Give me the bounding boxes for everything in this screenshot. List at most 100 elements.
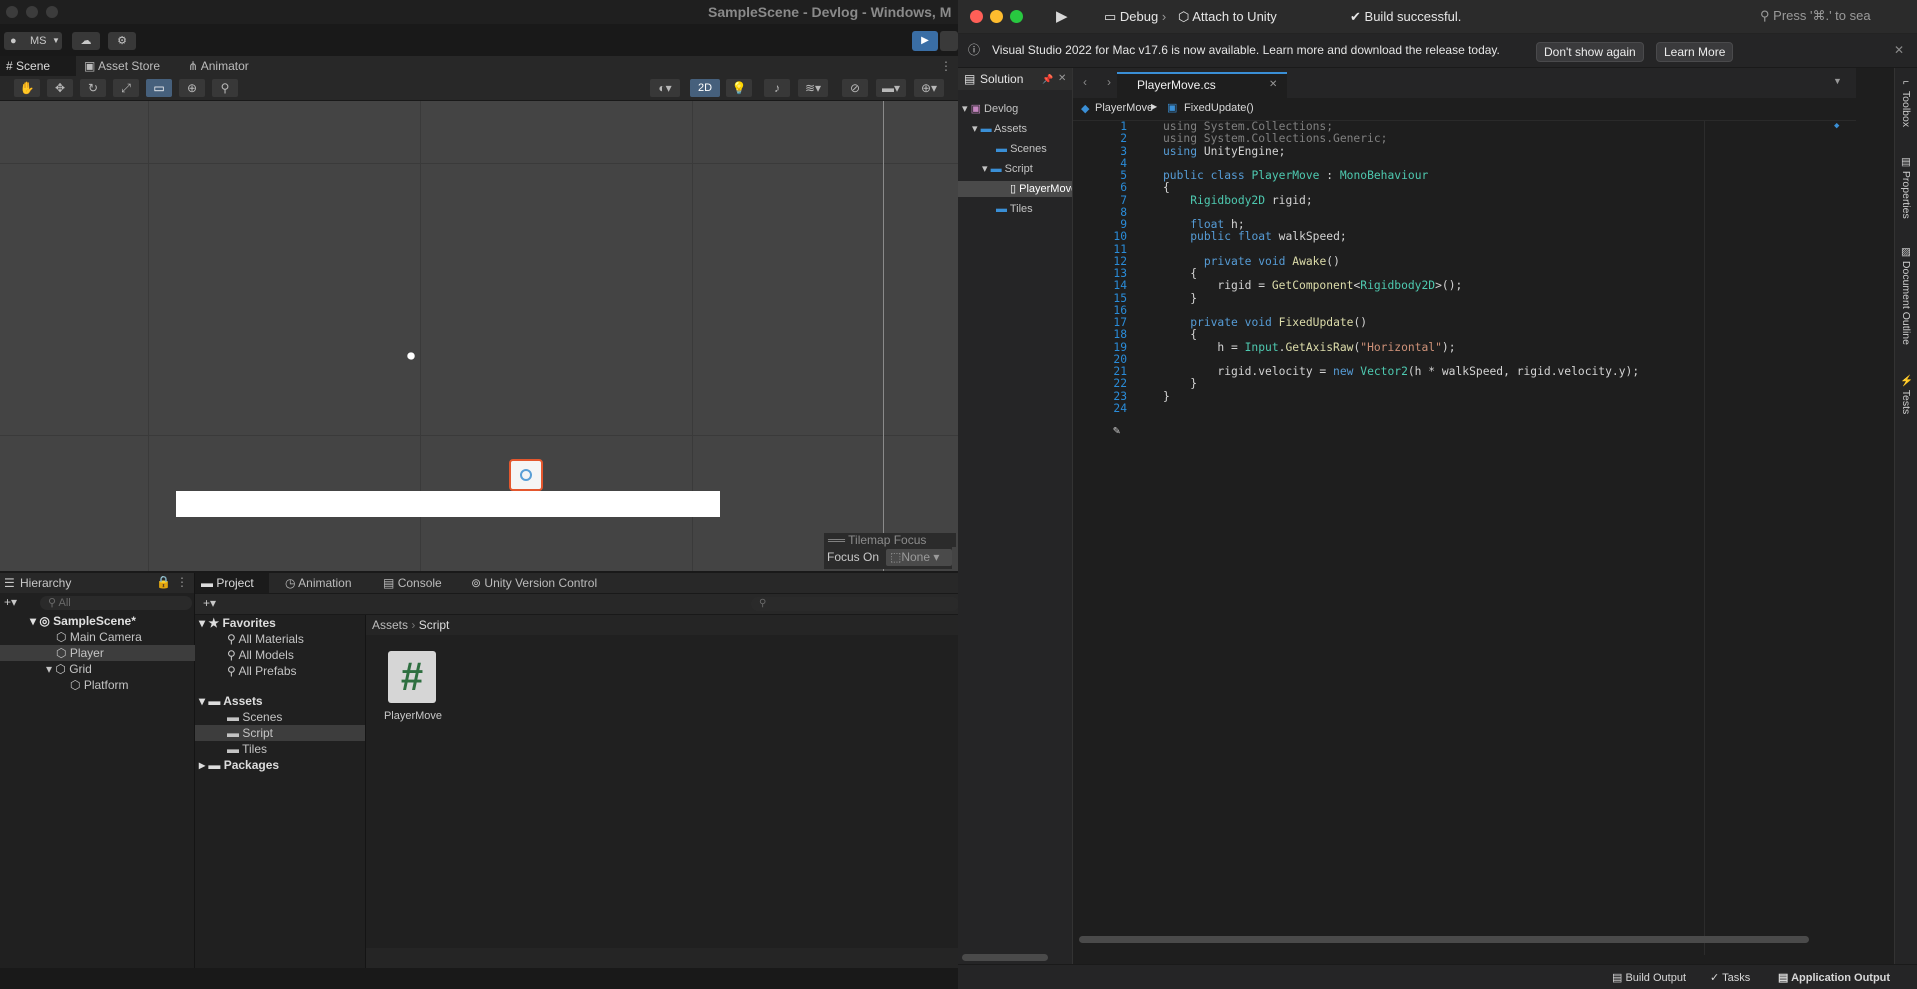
- document-outline-pad[interactable]: ▨ Document Outline: [1900, 246, 1912, 345]
- solution-item-tiles[interactable]: ▬ Tiles: [996, 201, 1033, 217]
- focus-on-dropdown[interactable]: ⬚None ▾: [886, 549, 952, 566]
- favorite-item[interactable]: ⚲ All Models: [227, 647, 294, 663]
- favorite-item[interactable]: ⚲ All Materials: [227, 631, 304, 647]
- camera-gizmo-icon[interactable]: ⏺: [407, 348, 433, 366]
- toolbox-pad[interactable]: ⌐ Toolbox: [1900, 76, 1912, 127]
- run-target-selector[interactable]: ⬡ Attach to Unity: [1178, 9, 1277, 25]
- solution-item-devlog[interactable]: ▾ ▣ Devlog: [962, 101, 1018, 117]
- lock-icon[interactable]: 🔒: [156, 575, 171, 589]
- code-line[interactable]: }: [1163, 292, 1197, 305]
- move-tool-icon[interactable]: ✥: [47, 79, 73, 97]
- code-line[interactable]: using System.Collections.Generic;: [1163, 132, 1387, 145]
- properties-pad[interactable]: ▤ Properties: [1900, 156, 1912, 219]
- hierarchy-scene-item[interactable]: ▾ ◎ SampleScene*: [0, 613, 224, 629]
- pause-button[interactable]: [940, 31, 958, 51]
- project-search-input[interactable]: ⚲: [751, 597, 958, 611]
- window-zoom-button[interactable]: [1010, 10, 1023, 23]
- code-line[interactable]: }: [1163, 377, 1197, 390]
- breadcrumb-assets[interactable]: Assets: [372, 618, 408, 632]
- forward-arrow-icon[interactable]: ›: [1107, 75, 1111, 89]
- code-line[interactable]: }: [1163, 390, 1170, 403]
- code-editor[interactable]: 1 using System.Collections; 2 using System.…: [1073, 121, 1856, 955]
- solution-item-assets[interactable]: ▾ ▬ Assets: [972, 121, 1027, 137]
- tests-pad[interactable]: ⚡ Tests: [1900, 374, 1913, 414]
- close-icon[interactable]: ✕: [1894, 34, 1904, 67]
- scrollbar-thumb[interactable]: [1079, 936, 1809, 943]
- window-close-button[interactable]: [970, 10, 983, 23]
- folder-item-scenes[interactable]: ▬ Scenes: [227, 709, 282, 725]
- play-button[interactable]: ▶: [912, 31, 938, 51]
- close-icon[interactable]: ✕: [1058, 68, 1066, 90]
- code-line[interactable]: h = Input.GetAxisRaw("Horizontal");: [1163, 341, 1455, 354]
- services-button[interactable]: ⚙: [108, 32, 136, 50]
- build-output-button[interactable]: ▤ Build Output: [1612, 971, 1686, 984]
- solution-scrollbar-thumb[interactable]: [962, 954, 1048, 961]
- mode-2d-toggle[interactable]: 2D: [690, 79, 720, 97]
- learn-more-button[interactable]: Learn More: [1656, 42, 1734, 62]
- gizmos-icon[interactable]: ⊕▾: [914, 79, 944, 97]
- code-line[interactable]: {: [1163, 181, 1170, 194]
- code-line[interactable]: public float walkSpeed;: [1163, 230, 1346, 243]
- packages-section[interactable]: ▸ ▬ Packages: [199, 757, 279, 773]
- hand-tool-icon[interactable]: ✋: [14, 79, 40, 97]
- tab-version-control[interactable]: ⊚ Unity Version Control: [465, 573, 603, 593]
- visibility-icon[interactable]: ⊘: [842, 79, 868, 97]
- audio-icon[interactable]: ♪: [764, 79, 790, 97]
- csharp-script-icon[interactable]: #: [388, 651, 436, 703]
- close-icon[interactable]: ✕: [1269, 74, 1277, 96]
- tab-animator[interactable]: ⋔ Animator: [182, 56, 255, 76]
- layers-icon[interactable]: ≋▾: [798, 79, 828, 97]
- folder-item-script[interactable]: ▬ Script: [195, 725, 365, 741]
- shading-mode-icon[interactable]: ◐▾: [650, 79, 680, 97]
- file-label[interactable]: PlayerMove: [378, 710, 448, 722]
- tab-asset-store[interactable]: ▣ Asset Store: [78, 56, 166, 76]
- player-sprite[interactable]: [509, 459, 543, 491]
- tab-console[interactable]: ▤ Console: [377, 573, 448, 593]
- hierarchy-search-input[interactable]: ⚲ All: [40, 596, 192, 610]
- cloud-button[interactable]: ☁: [72, 32, 100, 50]
- back-arrow-icon[interactable]: ‹: [1083, 75, 1087, 89]
- pivot-handle-icon[interactable]: [520, 469, 532, 481]
- more-menu-icon[interactable]: ⋮: [176, 575, 188, 589]
- platform-tilemap[interactable]: [176, 491, 720, 517]
- dont-show-again-button[interactable]: Don't show again: [1536, 42, 1644, 62]
- solution-item-playermove[interactable]: ▯ PlayerMove.cs: [958, 181, 1072, 197]
- solution-item-script[interactable]: ▾ ▬ Script: [982, 161, 1033, 177]
- favorite-item[interactable]: ⚲ All Prefabs: [227, 663, 297, 679]
- create-button[interactable]: +▾: [4, 595, 30, 611]
- custom-tool-icon[interactable]: ⚲: [212, 79, 238, 97]
- rect-tool-icon[interactable]: ▭: [146, 79, 172, 97]
- tab-project[interactable]: ▬ Project: [195, 573, 269, 593]
- tasks-button[interactable]: ✓ Tasks: [1710, 971, 1750, 984]
- more-menu-icon[interactable]: ⋮: [940, 56, 952, 76]
- code-line[interactable]: {: [1163, 328, 1197, 341]
- code-line[interactable]: public class PlayerMove : MonoBehaviour: [1163, 169, 1428, 182]
- breadcrumb-class[interactable]: PlayerMove: [1095, 102, 1153, 114]
- code-line[interactable]: rigid.velocity = new Vector2(h * walkSpe…: [1163, 365, 1639, 378]
- horizontal-scrollbar[interactable]: [1073, 933, 1856, 947]
- code-line[interactable]: rigid = GetComponent<Rigidbody2D>();: [1163, 279, 1462, 292]
- lighting-icon[interactable]: 💡: [726, 79, 752, 97]
- window-minimize-button[interactable]: [990, 10, 1003, 23]
- camera-icon[interactable]: ▬▾: [876, 79, 906, 97]
- account-dropdown[interactable]: ● MS ▼: [4, 32, 62, 50]
- solution-item-scenes[interactable]: ▬ Scenes: [996, 141, 1047, 157]
- code-line[interactable]: Rigidbody2D rigid;: [1163, 194, 1312, 207]
- tab-animation[interactable]: ◷ Animation: [279, 573, 358, 593]
- global-search-input[interactable]: ⚲ Press '⌘.' to sea: [1760, 8, 1871, 24]
- rotate-tool-icon[interactable]: ↻: [80, 79, 106, 97]
- breadcrumb-script[interactable]: Script: [419, 618, 450, 632]
- folder-item-tiles[interactable]: ▬ Tiles: [227, 741, 267, 757]
- pin-icon[interactable]: 📌: [1042, 68, 1053, 90]
- configuration-selector[interactable]: ▭ Debug ›: [1104, 9, 1166, 25]
- create-button[interactable]: +▾: [203, 596, 216, 610]
- code-line[interactable]: using UnityEngine;: [1163, 145, 1285, 158]
- tab-scene[interactable]: # Scene: [0, 56, 76, 76]
- breadcrumb-method[interactable]: FixedUpdate(): [1184, 102, 1254, 114]
- transform-tool-icon[interactable]: ⊕: [179, 79, 205, 97]
- application-output-button[interactable]: ▤ Application Output: [1778, 971, 1890, 984]
- tab-playermove-cs[interactable]: PlayerMove.cs ✕: [1117, 72, 1287, 98]
- scale-tool-icon[interactable]: ⤢: [113, 79, 139, 97]
- scene-view[interactable]: ⏺ ══ Tilemap Focus Focus On ⬚None ▾: [0, 101, 958, 571]
- run-button[interactable]: ▶: [1056, 7, 1068, 25]
